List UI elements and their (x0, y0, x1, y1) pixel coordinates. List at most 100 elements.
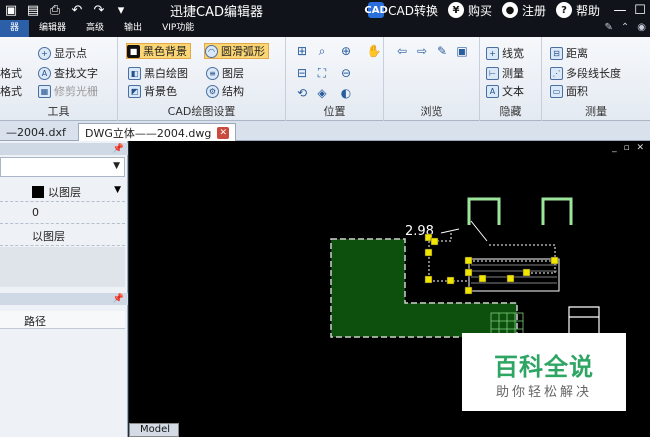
trim-raster-icon: ▦ (38, 84, 51, 98)
pin-icon[interactable]: 📌 (0, 293, 128, 305)
color-swatch (32, 186, 44, 198)
help-button[interactable]: ? 帮助 (555, 2, 600, 19)
bracket-right (541, 197, 573, 225)
zoom-in-icon[interactable]: ⊕ (338, 43, 354, 59)
smooth-arc-icon: ◠ (205, 44, 218, 58)
black-background-icon: ■ (127, 44, 140, 58)
forward-arrow-icon[interactable]: ⇨ (414, 43, 430, 59)
menu-output[interactable]: 输出 (114, 20, 152, 37)
collapse-icon[interactable]: ⌃ (621, 22, 629, 33)
distance-button[interactable]: ⊟ 距离 (550, 45, 588, 61)
close-icon[interactable]: ✕ (217, 126, 230, 139)
entity-selector[interactable]: ▼ (0, 157, 125, 177)
group-label-draw-settings: CAD绘图设置 (167, 105, 236, 118)
structure-button[interactable]: ⚙ 结构 (206, 83, 244, 99)
menu-vip[interactable]: VIP功能 (152, 20, 204, 37)
tab-dxf[interactable]: —2004.dxf (0, 123, 72, 141)
show-points-button[interactable]: + 显示点 (38, 45, 87, 61)
grip (506, 274, 515, 283)
save-icon[interactable]: ▤ (22, 1, 44, 19)
help-icon: ? (555, 2, 572, 18)
ribbon: 格式 格式 + 显示点 A 查找文字 ▦ 修剪光栅 工具 ■ 黑色背景 ◧ 黑白… (0, 37, 650, 121)
edit-icon[interactable]: ✎ (434, 43, 450, 59)
pan-icon[interactable]: ⊞ (294, 43, 310, 59)
group-label-hide: 隐藏 (499, 105, 522, 118)
text-toggle-button[interactable]: A 文本 (486, 83, 524, 99)
line-width-icon: + (486, 46, 499, 60)
grip (446, 276, 455, 285)
selection-grips (424, 233, 559, 295)
prop-row-color[interactable]: 以图层 ▼ (0, 181, 125, 202)
app-menu-icon[interactable]: ▣ (0, 1, 22, 19)
undo-icon[interactable]: ↶ (66, 1, 88, 19)
print-icon[interactable]: ⎙ (44, 1, 66, 19)
find-text-button[interactable]: A 查找文字 (38, 65, 98, 81)
app-title: 迅捷CAD编辑器 (170, 5, 263, 20)
title-actions: CAD CAD转换 ¥ 购买 ● 注册 ? 帮助 — ☐ (364, 0, 650, 20)
buy-button[interactable]: ¥ 购买 (447, 2, 492, 19)
hand-icon[interactable]: ✋ (366, 43, 382, 59)
measure-toggle-button[interactable]: ⊢ 测量 (486, 65, 524, 81)
black-background-button[interactable]: ■ 黑色背景 (126, 43, 191, 59)
list-header: 路径 (0, 311, 125, 329)
redo-icon[interactable]: ↷ (88, 1, 110, 19)
grip (424, 248, 433, 257)
area-button[interactable]: ▭ 面积 (550, 83, 588, 99)
zoom-extent-icon[interactable]: ⛶ (314, 65, 330, 81)
column-path[interactable]: 路径 (24, 313, 46, 329)
format-button-2[interactable]: 格式 (0, 83, 22, 99)
color-value: 以图层 (32, 184, 81, 200)
green-block (330, 238, 518, 338)
brush-icon[interactable]: ✎ (604, 22, 612, 33)
menu-file[interactable]: 器 (0, 20, 30, 37)
zoom-window-icon[interactable]: ⌕ (314, 43, 330, 59)
minimize-button[interactable]: — (610, 3, 630, 18)
menu-editor[interactable]: 编辑器 (29, 20, 76, 37)
title-bar: ▣ ▤ ⎙ ↶ ↷ ▾ 迅捷CAD编辑器 CAD CAD转换 ¥ 购买 ● 注册… (0, 0, 650, 20)
prop-empty-area (0, 247, 125, 287)
prop-value-2: 0 (32, 206, 39, 219)
zoom-out-icon[interactable]: ⊖ (338, 65, 354, 81)
tab-dwg[interactable]: DWG立体——2004.dwg ✕ (78, 123, 237, 141)
polyline-length-button[interactable]: ⋰ 多段线长度 (550, 65, 621, 81)
model-tab[interactable]: Model (129, 423, 179, 437)
prop-row-2[interactable]: 0 (0, 203, 125, 224)
grip (550, 256, 559, 265)
window-icon[interactable]: ▣ (454, 43, 470, 59)
settings-icon[interactable]: ◉ (637, 22, 646, 33)
crosshair-icon: + (38, 46, 51, 60)
fit-icon[interactable]: ⊟ (294, 65, 310, 81)
cad-convert-icon: CAD (364, 2, 388, 18)
orbit-icon[interactable]: ◐ (338, 85, 354, 101)
menu-advanced[interactable]: 高级 (76, 20, 114, 37)
user-icon: ● (501, 2, 518, 18)
canvas-window-controls[interactable]: _ ▫ ✕ (612, 143, 646, 153)
back-arrow-icon[interactable]: ⇦ (394, 43, 410, 59)
3d-view-icon[interactable]: ◈ (314, 85, 330, 101)
trim-raster-button[interactable]: ▦ 修剪光栅 (38, 83, 98, 99)
smooth-arc-button[interactable]: ◠ 圆滑弧形 (204, 43, 269, 59)
cad-convert-button[interactable]: CAD CAD转换 (364, 2, 438, 19)
customize-qat-icon[interactable]: ▾ (110, 1, 132, 19)
ribbon-group-position: ⊞ ⌕ ⊕ ✋ ⊟ ⛶ ⊖ ⟲ ◈ ◐ 位置 (286, 37, 384, 121)
background-color-button[interactable]: ◩ 背景色 (128, 83, 177, 99)
polyline-icon: ⋰ (550, 66, 563, 80)
watermark: 百科全说 助你轻松解决 (462, 333, 626, 411)
maximize-button[interactable]: ☐ (630, 3, 650, 18)
ribbon-group-hide: + 线宽 ⊢ 测量 A 文本 隐藏 (480, 37, 542, 121)
grip (464, 286, 473, 295)
text-icon: A (486, 84, 499, 98)
layers-button[interactable]: ≡ 图层 (206, 65, 244, 81)
bw-drawing-button[interactable]: ◧ 黑白绘图 (128, 65, 188, 81)
rotate-icon[interactable]: ⟲ (294, 85, 310, 101)
format-button-1[interactable]: 格式 (0, 65, 22, 81)
line-width-button[interactable]: + 线宽 (486, 45, 524, 61)
grip (464, 256, 473, 265)
menu-right-controls: ✎ ⌃ ◉ (604, 22, 646, 33)
menu-bar: 器 编辑器 高级 输出 VIP功能 ✎ ⌃ ◉ (0, 20, 650, 37)
pin-icon[interactable]: 📌 (0, 143, 128, 155)
background-color-icon: ◩ (128, 84, 141, 98)
register-button[interactable]: ● 注册 (501, 2, 546, 19)
group-label-browse: 浏览 (420, 105, 443, 118)
prop-row-3[interactable]: 以图层 (0, 225, 125, 246)
